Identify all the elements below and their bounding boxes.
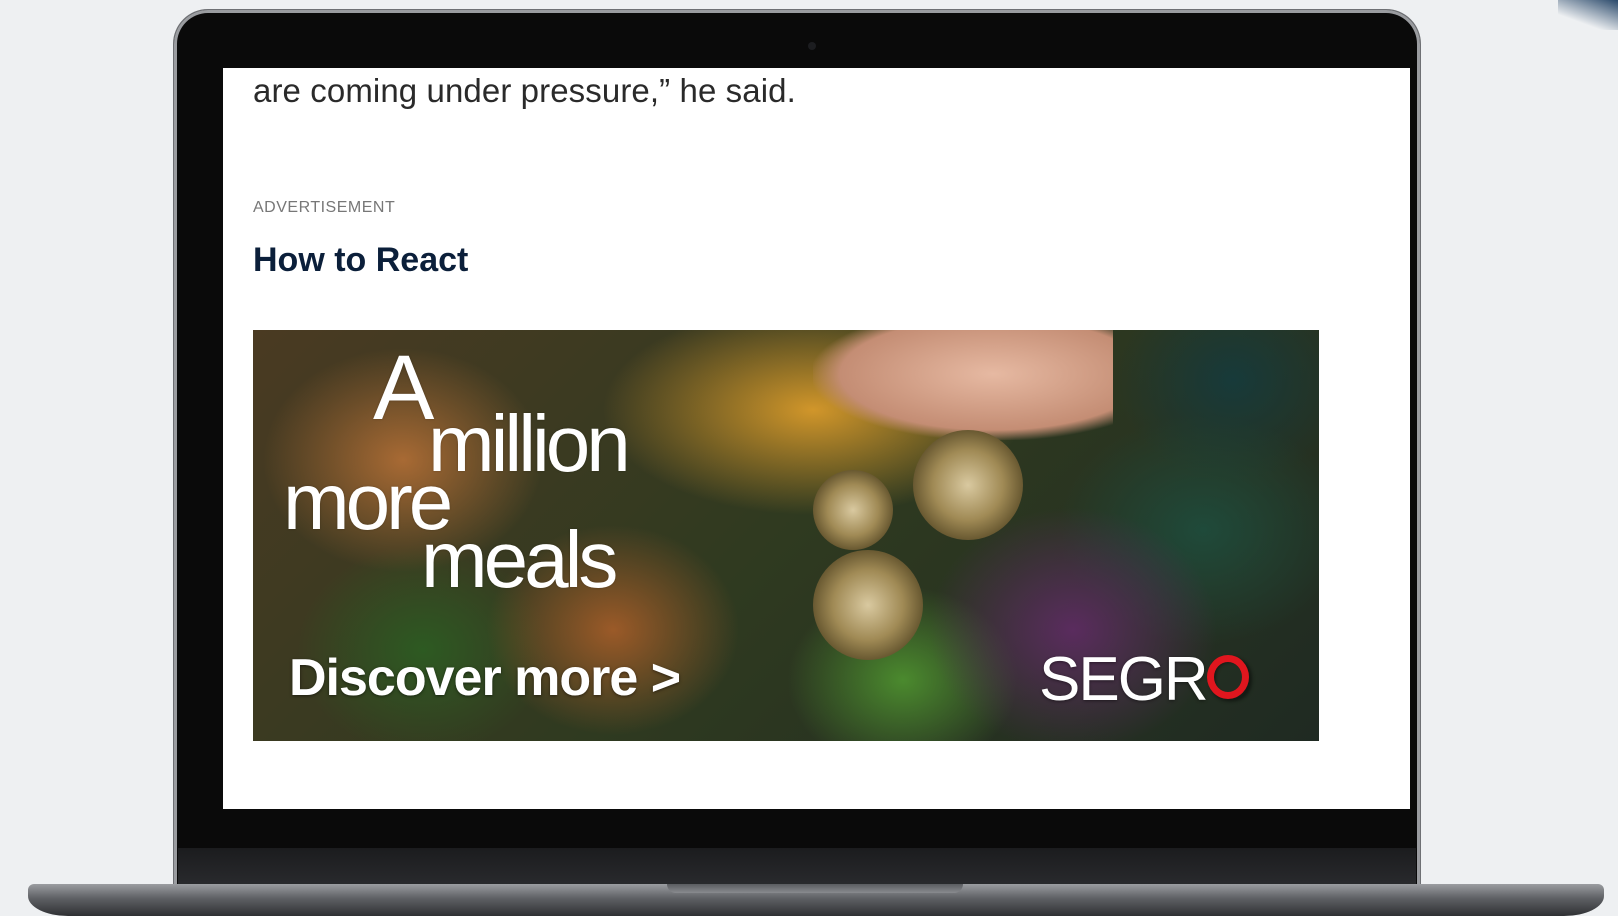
laptop-opening-notch (667, 884, 963, 893)
screen-bottom-bezel (178, 848, 1416, 888)
advertisement-label: ADVERTISEMENT (253, 199, 396, 216)
can-image (913, 430, 1023, 540)
logo-o-ring: O (1206, 645, 1255, 714)
can-image (813, 550, 923, 660)
ad-banner[interactable]: A million more meals Discover more > SEG… (253, 330, 1319, 741)
webcam-icon (808, 42, 816, 50)
hand-image (813, 330, 1113, 440)
section-heading[interactable]: How to React (253, 241, 468, 280)
discover-more-link[interactable]: Discover more > (289, 648, 681, 708)
article-quote-text: are coming under pressure,” he said. (253, 72, 796, 109)
background-accent (1558, 0, 1618, 30)
ad-tagline-line: million (428, 399, 631, 488)
ad-tagline-line: A (373, 337, 434, 439)
logo-text: SEGR (1039, 645, 1209, 714)
laptop-screen: are coming under pressure,” he said. ADV… (223, 68, 1410, 809)
red-ring-icon (1206, 655, 1249, 699)
segro-logo: SEGRO (1039, 644, 1255, 715)
can-image (813, 470, 893, 550)
ad-tagline-line: meals (421, 515, 618, 604)
